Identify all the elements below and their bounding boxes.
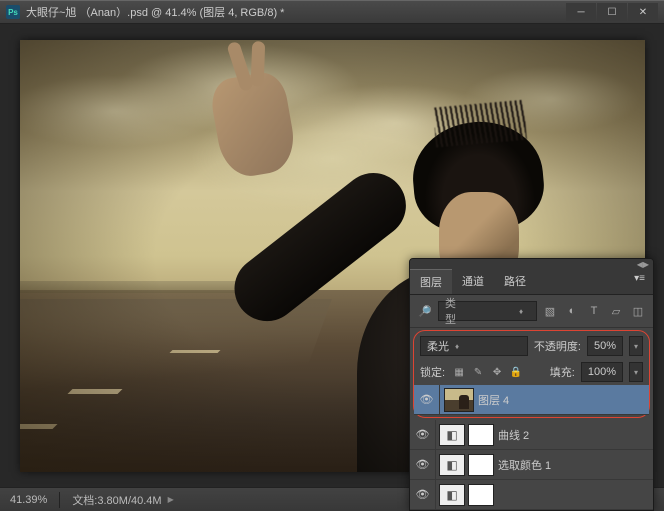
- filter-smart-icon[interactable]: ◫: [629, 303, 647, 319]
- visibility-icon[interactable]: 👁: [410, 420, 436, 449]
- mask-thumbnail[interactable]: [468, 454, 494, 476]
- tab-layers[interactable]: 图层: [410, 269, 452, 294]
- layer-row-selected[interactable]: 👁 图层 4: [414, 385, 649, 415]
- layer-name[interactable]: 选取颜色 1: [498, 457, 653, 473]
- doc-size[interactable]: 文档:3.80M/40.4M: [72, 492, 161, 508]
- adjustment-icon: ◧: [439, 484, 465, 506]
- layers-panel: ◀▶ 图层 通道 路径 ▾≡ 🔎 类型 ♦ ▧ ◐ T ▱ ◫ 柔光 ♦ 不透明…: [409, 258, 654, 511]
- caret-icon: ♦: [512, 303, 530, 319]
- filter-row: 🔎 类型 ♦ ▧ ◐ T ▱ ◫: [410, 295, 653, 328]
- lock-transparent-icon[interactable]: ▦: [451, 365, 467, 379]
- lock-label: 锁定:: [420, 364, 445, 380]
- opacity-value: 50%: [594, 340, 616, 352]
- opacity-stepper[interactable]: ▾: [629, 336, 643, 356]
- filter-type-icon[interactable]: T: [585, 303, 603, 319]
- layer-name[interactable]: 图层 4: [478, 392, 649, 408]
- zoom-level[interactable]: 41.39%: [10, 494, 47, 506]
- visibility-icon[interactable]: 👁: [414, 385, 440, 414]
- fill-input[interactable]: 100%: [581, 362, 623, 382]
- fill-label: 填充:: [550, 364, 575, 380]
- filter-adjust-icon[interactable]: ◐: [563, 303, 581, 319]
- layer-row[interactable]: 👁 ◧ 选取颜色 1: [410, 450, 653, 480]
- fill-stepper[interactable]: ▾: [629, 362, 643, 382]
- layer-row[interactable]: 👁 ◧: [410, 480, 653, 510]
- close-button[interactable]: ✕: [628, 3, 658, 21]
- window-title: 大眼仔~旭 （Anan）.psd @ 41.4% (图层 4, RGB/8) *: [26, 4, 284, 20]
- blend-row: 柔光 ♦ 不透明度: 50% ▾: [414, 333, 649, 359]
- caret-icon: ♦: [455, 342, 459, 351]
- fill-value: 100%: [588, 366, 616, 378]
- minimize-button[interactable]: ─: [566, 3, 596, 21]
- adjustment-icon: ◧: [439, 424, 465, 446]
- blend-mode-value: 柔光: [427, 338, 449, 354]
- lock-pixels-icon[interactable]: ✎: [470, 365, 486, 379]
- filter-shape-icon[interactable]: ▱: [607, 303, 625, 319]
- lock-position-icon[interactable]: ✥: [489, 365, 505, 379]
- tab-paths[interactable]: 路径: [494, 269, 536, 294]
- filter-type-select[interactable]: 类型 ♦: [438, 301, 537, 321]
- highlighted-settings: 柔光 ♦ 不透明度: 50% ▾ 锁定: ▦ ✎ ✥ 🔒 填充: 100% ▾: [413, 330, 650, 418]
- mask-thumbnail[interactable]: [468, 424, 494, 446]
- collapse-icon[interactable]: ◀▶: [637, 260, 649, 269]
- lock-row: 锁定: ▦ ✎ ✥ 🔒 填充: 100% ▾: [414, 359, 649, 385]
- layer-row[interactable]: 👁 ◧ 曲线 2: [410, 420, 653, 450]
- opacity-label: 不透明度:: [534, 338, 581, 354]
- mask-thumbnail[interactable]: [468, 484, 494, 506]
- doc-info-caret-icon[interactable]: ▶: [168, 495, 174, 504]
- maximize-button[interactable]: ☐: [597, 3, 627, 21]
- lock-all-icon[interactable]: 🔒: [508, 365, 524, 379]
- layers-list: 👁 ◧ 曲线 2 👁 ◧ 选取颜色 1 👁 ◧: [410, 420, 653, 510]
- visibility-icon[interactable]: 👁: [410, 480, 436, 509]
- visibility-icon[interactable]: 👁: [410, 450, 436, 479]
- panel-grip[interactable]: ◀▶: [410, 259, 653, 269]
- panel-menu-icon[interactable]: ▾≡: [626, 269, 653, 294]
- blend-mode-select[interactable]: 柔光 ♦: [420, 336, 528, 356]
- opacity-input[interactable]: 50%: [587, 336, 623, 356]
- adjustment-icon: ◧: [439, 454, 465, 476]
- layer-name[interactable]: 曲线 2: [498, 427, 653, 443]
- panel-tabs: 图层 通道 路径 ▾≡: [410, 269, 653, 295]
- title-bar: Ps 大眼仔~旭 （Anan）.psd @ 41.4% (图层 4, RGB/8…: [0, 0, 664, 24]
- layer-thumbnail[interactable]: [444, 388, 474, 412]
- separator: [59, 492, 60, 508]
- app-icon: Ps: [6, 5, 20, 19]
- tab-channels[interactable]: 通道: [452, 269, 494, 294]
- filter-type-label: 类型: [445, 303, 463, 319]
- filter-search-icon[interactable]: 🔎: [416, 302, 434, 320]
- filter-pixel-icon[interactable]: ▧: [541, 303, 559, 319]
